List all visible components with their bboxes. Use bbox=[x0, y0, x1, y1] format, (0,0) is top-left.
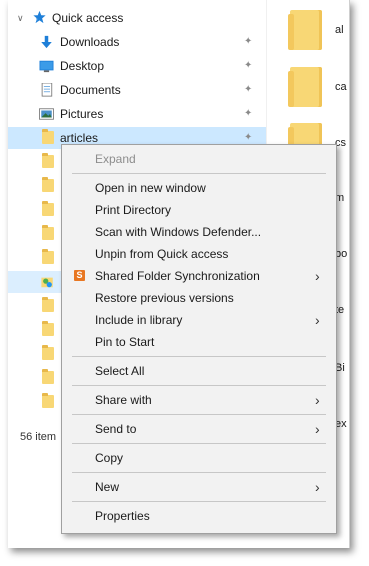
folder-icon[interactable] bbox=[288, 67, 322, 107]
menu-item-copy[interactable]: Copy bbox=[62, 447, 336, 469]
menu-item-label: Restore previous versions bbox=[95, 291, 234, 305]
menu-item-label: Shared Folder Synchronization bbox=[95, 269, 260, 283]
folder-icon bbox=[42, 345, 54, 360]
menu-separator bbox=[72, 501, 326, 502]
nav-item-label: Downloads bbox=[60, 35, 120, 49]
download-arrow-icon bbox=[41, 35, 52, 49]
menu-item-label: Scan with Windows Defender... bbox=[95, 225, 262, 239]
folder-icon bbox=[42, 153, 54, 168]
context-menu: Expand Open in new window Print Director… bbox=[61, 144, 337, 534]
menu-item-properties[interactable]: Properties bbox=[62, 505, 336, 527]
menu-item-new[interactable]: New › bbox=[62, 476, 336, 498]
menu-item-label: Copy bbox=[95, 451, 124, 465]
menu-item-expand[interactable]: Expand bbox=[62, 148, 336, 170]
nav-item-downloads[interactable]: Downloads ✦ bbox=[8, 31, 266, 53]
nav-item-pictures[interactable]: Pictures ✦ bbox=[8, 103, 266, 125]
folder-icon bbox=[42, 129, 54, 144]
submenu-arrow-icon: › bbox=[315, 421, 320, 437]
quick-access-label: Quick access bbox=[52, 11, 124, 25]
pin-icon[interactable]: ✦ bbox=[244, 133, 254, 143]
menu-separator bbox=[72, 173, 326, 174]
submenu-arrow-icon: › bbox=[315, 392, 320, 408]
menu-separator bbox=[72, 385, 326, 386]
menu-item-label: Include in library bbox=[95, 313, 183, 327]
nav-item-label: Pictures bbox=[60, 107, 104, 121]
menu-item-include-library[interactable]: Include in library › bbox=[62, 309, 336, 331]
menu-item-label: Send to bbox=[95, 422, 137, 436]
menu-separator bbox=[72, 443, 326, 444]
menu-item-restore-versions[interactable]: Restore previous versions bbox=[62, 287, 336, 309]
folder-icon bbox=[42, 297, 54, 312]
submenu-arrow-icon: › bbox=[315, 268, 320, 284]
folder-icon bbox=[42, 225, 54, 240]
pin-icon[interactable]: ✦ bbox=[244, 37, 254, 47]
submenu-arrow-icon: › bbox=[315, 479, 320, 495]
documents-icon bbox=[41, 83, 53, 97]
menu-item-label: Open in new window bbox=[95, 181, 206, 195]
sync-icon: S bbox=[74, 270, 85, 281]
folder-icon bbox=[42, 369, 54, 384]
submenu-arrow-icon: › bbox=[315, 312, 320, 328]
star-icon bbox=[33, 10, 46, 24]
menu-item-label: Expand bbox=[95, 152, 136, 166]
network-folder-icon bbox=[41, 277, 53, 288]
menu-item-pin-to-start[interactable]: Pin to Start bbox=[62, 331, 336, 353]
status-bar-item-count: 56 item bbox=[20, 431, 57, 443]
folder-label[interactable]: al bbox=[335, 24, 344, 36]
folder-icon bbox=[42, 321, 54, 336]
folder-label[interactable]: ca bbox=[335, 81, 347, 93]
menu-separator bbox=[72, 472, 326, 473]
menu-separator bbox=[72, 356, 326, 357]
desktop-icon bbox=[39, 60, 54, 73]
nav-item-documents[interactable]: Documents ✦ bbox=[8, 79, 266, 101]
pin-icon[interactable]: ✦ bbox=[244, 61, 254, 71]
pin-icon[interactable]: ✦ bbox=[244, 109, 254, 119]
nav-item-desktop[interactable]: Desktop ✦ bbox=[8, 55, 266, 77]
menu-item-open-new-window[interactable]: Open in new window bbox=[62, 177, 336, 199]
menu-item-unpin-quick-access[interactable]: Unpin from Quick access bbox=[62, 243, 336, 265]
pin-icon[interactable]: ✦ bbox=[244, 85, 254, 95]
menu-separator bbox=[72, 414, 326, 415]
menu-item-label: Select All bbox=[95, 364, 145, 378]
folder-icon bbox=[42, 201, 54, 216]
nav-item-label: Desktop bbox=[60, 59, 105, 73]
menu-item-shared-folder-sync[interactable]: S Shared Folder Synchronization › bbox=[62, 265, 336, 287]
menu-item-print-directory[interactable]: Print Directory bbox=[62, 199, 336, 221]
folder-icon[interactable] bbox=[288, 10, 322, 50]
menu-item-share-with[interactable]: Share with › bbox=[62, 389, 336, 411]
folder-icon bbox=[42, 177, 54, 192]
menu-item-send-to[interactable]: Send to › bbox=[62, 418, 336, 440]
folder-icon bbox=[42, 393, 54, 408]
menu-item-scan-defender[interactable]: Scan with Windows Defender... bbox=[62, 221, 336, 243]
chevron-down-icon[interactable]: ∨ bbox=[17, 7, 24, 29]
menu-item-label: New bbox=[95, 480, 120, 494]
menu-item-label: Print Directory bbox=[95, 203, 172, 217]
nav-item-label: Documents bbox=[60, 83, 121, 97]
pictures-icon bbox=[39, 108, 54, 120]
menu-item-label: Share with bbox=[95, 393, 152, 407]
menu-item-label: Unpin from Quick access bbox=[95, 247, 229, 261]
menu-item-select-all[interactable]: Select All bbox=[62, 360, 336, 382]
menu-item-label: Pin to Start bbox=[95, 335, 155, 349]
folder-icon bbox=[42, 249, 54, 264]
nav-quick-access[interactable]: ∨ Quick access bbox=[8, 7, 266, 29]
menu-item-label: Properties bbox=[95, 509, 150, 523]
